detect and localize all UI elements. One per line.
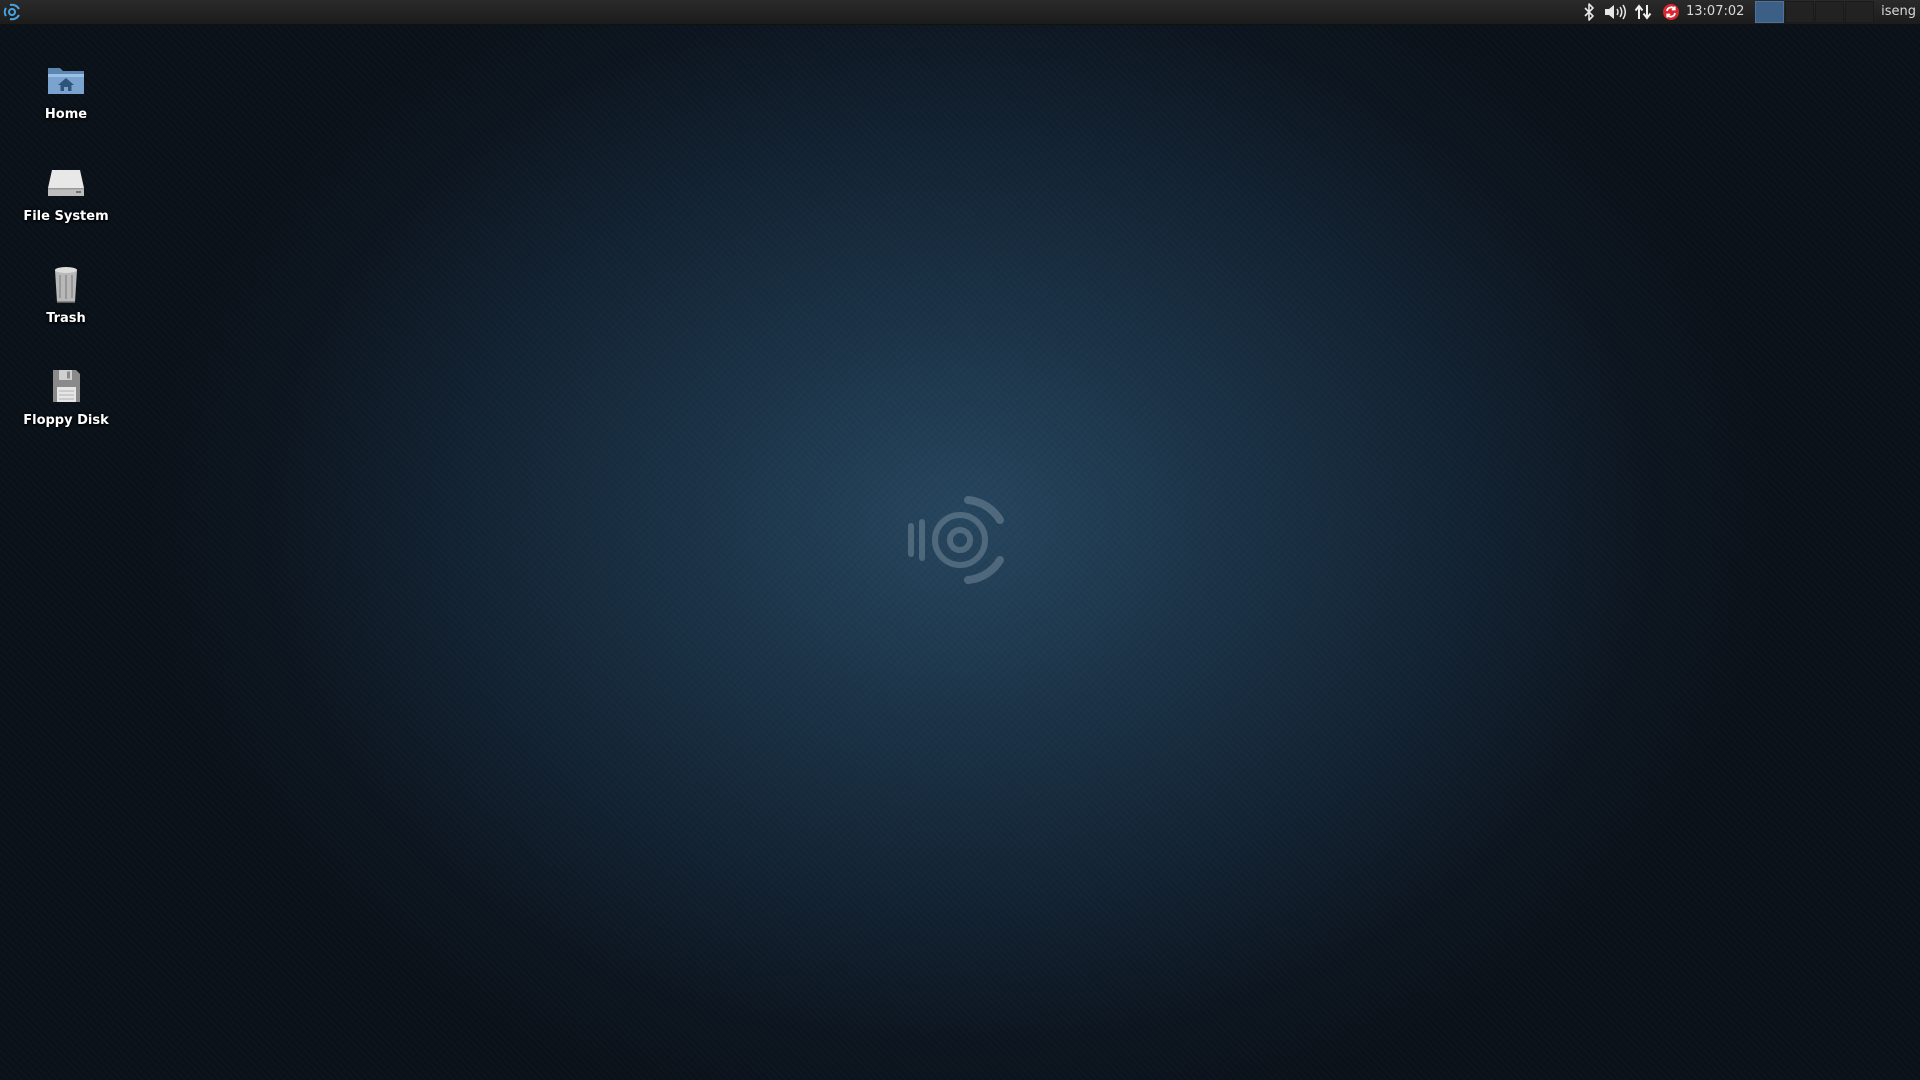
network-icon[interactable] (1632, 2, 1654, 22)
clock[interactable]: 13:07:02 (1686, 0, 1744, 24)
workspace-switcher[interactable] (1755, 1, 1875, 23)
desktop-icon-floppy-disk[interactable]: Floppy Disk (16, 356, 116, 450)
desktop-icon-file-system[interactable]: File System (16, 152, 116, 246)
trash-icon (42, 260, 90, 308)
workspace-2[interactable] (1785, 1, 1814, 23)
desktop-icon-label: Trash (46, 311, 86, 326)
volume-icon[interactable] (1604, 2, 1626, 22)
whisker-menu-icon[interactable] (2, 2, 22, 22)
user-menu[interactable]: iseng (1881, 0, 1916, 24)
update-notifier-icon[interactable] (1660, 2, 1682, 22)
workspace-4[interactable] (1845, 1, 1874, 23)
drive-icon (42, 158, 90, 206)
desktop-icon-label: Home (44, 107, 88, 122)
home-folder-icon (42, 56, 90, 104)
workspace-1[interactable] (1755, 1, 1784, 23)
workspace-3[interactable] (1815, 1, 1844, 23)
desktop-icon-trash[interactable]: Trash (16, 254, 116, 348)
desktop-icon-home[interactable]: Home (16, 50, 116, 144)
floppy-icon (42, 362, 90, 410)
ubuntu-studio-logo (892, 478, 1012, 602)
desktop[interactable]: 13:07:02 iseng Home File System Trash Fl… (0, 0, 1920, 1080)
desktop-icon-label: Floppy Disk (23, 413, 109, 428)
desktop-icon-label: File System (23, 209, 109, 224)
bluetooth-icon[interactable] (1578, 2, 1600, 22)
top-panel: 13:07:02 iseng (0, 0, 1920, 25)
